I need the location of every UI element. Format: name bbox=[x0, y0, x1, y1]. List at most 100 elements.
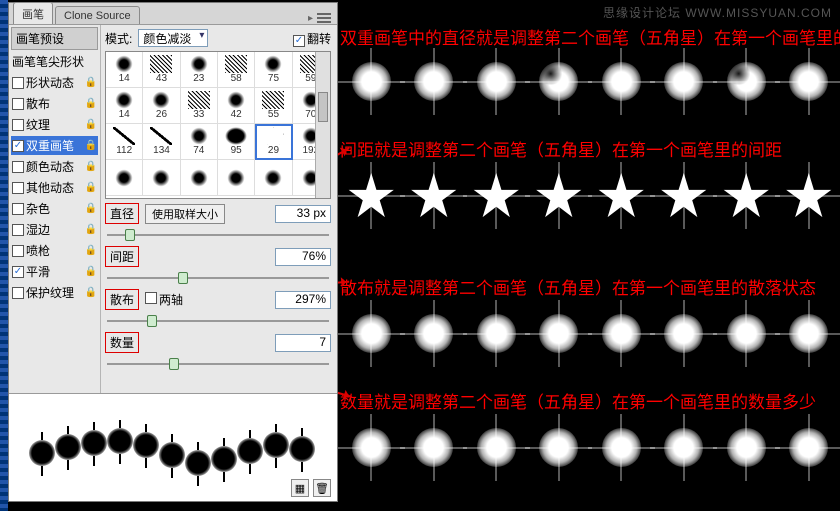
checkbox-icon[interactable] bbox=[12, 224, 24, 236]
panel-menu[interactable]: ▸ bbox=[302, 13, 337, 24]
checkbox-icon[interactable] bbox=[12, 161, 24, 173]
side-air[interactable]: 喷枪🔒 bbox=[11, 241, 98, 260]
slider-handle[interactable] bbox=[147, 315, 157, 327]
brush-swatch[interactable]: 43 bbox=[143, 52, 180, 88]
glow-sample bbox=[594, 54, 649, 109]
side-protect[interactable]: 保护纹理🔒 bbox=[11, 283, 98, 302]
lock-icon[interactable]: 🔒 bbox=[85, 203, 97, 214]
diameter-slider[interactable] bbox=[107, 228, 329, 242]
brush-preview: ▦ 🗑 bbox=[9, 393, 337, 501]
side-scatter[interactable]: 散布🔒 bbox=[11, 94, 98, 113]
use-sample-size-button[interactable]: 使用取样大小 bbox=[145, 204, 225, 224]
glow-sample bbox=[344, 420, 399, 475]
brush-swatch[interactable]: 112 bbox=[106, 124, 143, 160]
side-texture[interactable]: 纹理🔒 bbox=[11, 115, 98, 134]
lock-icon[interactable]: 🔒 bbox=[85, 266, 97, 277]
checkbox-icon[interactable] bbox=[12, 287, 24, 299]
slider-handle[interactable] bbox=[125, 229, 135, 241]
checkbox-icon[interactable]: ✓ bbox=[12, 140, 24, 152]
side-other[interactable]: 其他动态🔒 bbox=[11, 178, 98, 197]
slider-handle[interactable] bbox=[178, 272, 188, 284]
slider-handle[interactable] bbox=[169, 358, 179, 370]
brush-swatch[interactable] bbox=[218, 160, 255, 196]
side-wet[interactable]: 湿边 🔒 bbox=[11, 220, 98, 239]
brush-presets-header[interactable]: 画笔预设 bbox=[11, 27, 98, 50]
flyout-menu-icon[interactable] bbox=[317, 13, 331, 23]
both-axes-checkbox[interactable]: 两轴 bbox=[145, 291, 183, 308]
glow-sample bbox=[656, 306, 711, 361]
checkbox-icon[interactable] bbox=[12, 203, 24, 215]
side-dual[interactable]: ✓双重画笔 🔒 bbox=[11, 136, 98, 155]
brush-swatch[interactable] bbox=[143, 160, 180, 196]
side-color[interactable]: 颜色动态🔒 bbox=[11, 157, 98, 176]
side-shape[interactable]: 形状动态🔒 bbox=[11, 73, 98, 92]
lock-icon[interactable]: 🔒 bbox=[85, 287, 97, 298]
lock-icon[interactable]: 🔒 bbox=[85, 245, 97, 256]
brush-swatch[interactable]: 95 bbox=[218, 124, 255, 160]
glow-row-4 bbox=[340, 420, 840, 475]
side-smooth[interactable]: ✓平滑🔒 bbox=[11, 262, 98, 281]
brush-swatch[interactable]: 14 bbox=[106, 88, 143, 124]
brush-swatch[interactable]: 29 bbox=[255, 124, 292, 160]
checkbox-icon[interactable] bbox=[12, 119, 24, 131]
diameter-input[interactable]: 33 px bbox=[275, 205, 331, 223]
checkbox-icon[interactable]: ✓ bbox=[12, 266, 24, 278]
side-wet-label: 湿边 bbox=[26, 221, 50, 238]
brush-swatch[interactable]: 23 bbox=[181, 52, 218, 88]
brush-swatch[interactable] bbox=[181, 160, 218, 196]
mode-select[interactable]: 颜色减淡 bbox=[138, 29, 208, 47]
collapse-icon[interactable]: ▸ bbox=[308, 13, 313, 24]
checkbox-icon[interactable] bbox=[12, 245, 24, 257]
tab-brush[interactable]: 画笔 bbox=[13, 2, 53, 24]
glow-sample bbox=[781, 420, 836, 475]
brush-swatch[interactable]: 134 bbox=[143, 124, 180, 160]
brush-swatch[interactable]: 14 bbox=[106, 52, 143, 88]
scatter-input[interactable]: 297% bbox=[275, 291, 331, 309]
tab-clone-source[interactable]: Clone Source bbox=[55, 6, 140, 24]
trash-icon[interactable]: 🗑 bbox=[313, 479, 331, 497]
brush-swatch[interactable]: 33 bbox=[181, 88, 218, 124]
annotation-count: 数量就是调整第二个画笔（五角星）在第一个画笔里的数量多少 bbox=[340, 388, 816, 413]
spacing-slider[interactable] bbox=[107, 271, 329, 285]
scatter-slider[interactable] bbox=[107, 314, 329, 328]
new-brush-icon[interactable]: ▦ bbox=[291, 479, 309, 497]
glow-sample bbox=[406, 54, 461, 109]
scrollbar-thumb[interactable] bbox=[318, 92, 328, 122]
brush-swatch[interactable]: 75 bbox=[255, 52, 292, 88]
brush-swatch[interactable]: 42 bbox=[218, 88, 255, 124]
checkbox-icon[interactable] bbox=[12, 98, 24, 110]
side-dual-label: 双重画笔 bbox=[26, 137, 74, 154]
count-input[interactable]: 7 bbox=[275, 334, 331, 352]
side-noise[interactable]: 杂色🔒 bbox=[11, 199, 98, 218]
glow-sample bbox=[719, 420, 774, 475]
glow-sample bbox=[406, 306, 461, 361]
lock-icon[interactable]: 🔒 bbox=[85, 161, 97, 172]
count-label: 数量 bbox=[105, 332, 139, 353]
brush-swatch[interactable]: 26 bbox=[143, 88, 180, 124]
brush-swatch[interactable]: 74 bbox=[181, 124, 218, 160]
lock-icon[interactable]: 🔒 bbox=[85, 98, 97, 109]
glow-sample bbox=[594, 306, 649, 361]
checkbox-icon[interactable] bbox=[12, 77, 24, 89]
brush-swatch[interactable]: 55 bbox=[255, 88, 292, 124]
glow-sample bbox=[594, 420, 649, 475]
glow-sample bbox=[531, 168, 586, 223]
brush-swatch[interactable] bbox=[255, 160, 292, 196]
count-slider[interactable] bbox=[107, 357, 329, 371]
lock-icon[interactable]: 🔒 bbox=[85, 224, 97, 235]
swatch-scrollbar[interactable] bbox=[315, 52, 330, 198]
lock-icon[interactable]: 🔒 bbox=[85, 77, 97, 88]
both-axes-label: 两轴 bbox=[159, 293, 183, 307]
brush-swatch[interactable]: 58 bbox=[218, 52, 255, 88]
glow-sample bbox=[594, 168, 649, 223]
lock-icon[interactable]: 🔒 bbox=[85, 182, 97, 193]
brush-swatch[interactable] bbox=[106, 160, 143, 196]
glow-row-3 bbox=[340, 306, 840, 361]
flip-checkbox[interactable]: ✓翻转 bbox=[293, 30, 331, 47]
brush-swatch-grid[interactable]: 144323587559142633425570112134749529192 bbox=[105, 51, 331, 199]
lock-icon[interactable]: 🔒 bbox=[85, 119, 97, 130]
lock-icon[interactable]: 🔒 bbox=[85, 140, 97, 151]
checkbox-icon[interactable] bbox=[12, 182, 24, 194]
spacing-input[interactable]: 76% bbox=[275, 248, 331, 266]
side-tip[interactable]: 画笔笔尖形状 bbox=[11, 52, 98, 71]
